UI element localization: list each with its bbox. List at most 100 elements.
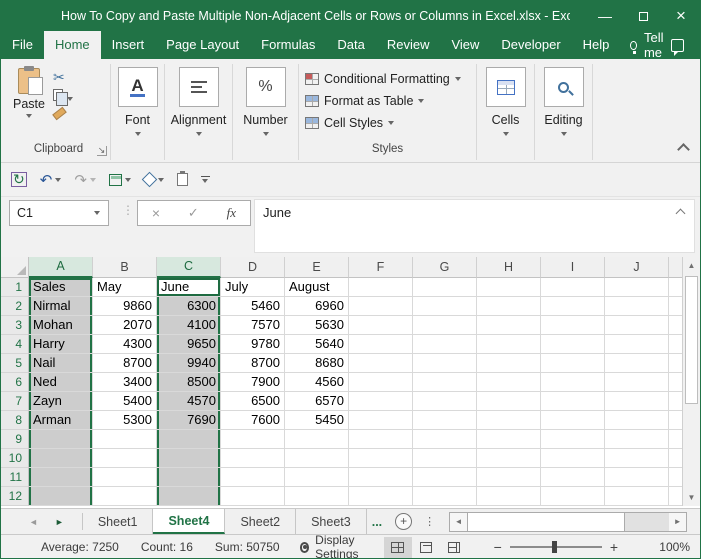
cell-E4[interactable]: 5640	[285, 335, 349, 354]
row-header-10[interactable]: 10	[1, 449, 29, 468]
cell-D6[interactable]: 7900	[221, 373, 285, 392]
cell-B10[interactable]	[93, 449, 157, 468]
cell-I11[interactable]	[541, 468, 605, 487]
cell-B11[interactable]	[93, 468, 157, 487]
column-header-C[interactable]: C	[157, 257, 221, 278]
enter-icon[interactable]: ✓	[188, 205, 199, 221]
sheet-tab-sheet1[interactable]: Sheet1	[83, 509, 154, 534]
cell-I4[interactable]	[541, 335, 605, 354]
cell-H8[interactable]	[477, 411, 541, 430]
cell-E8[interactable]: 5450	[285, 411, 349, 430]
insert-function-icon[interactable]: fx	[227, 205, 236, 221]
row-header-11[interactable]: 11	[1, 468, 29, 487]
cell-G1[interactable]	[413, 278, 477, 297]
scroll-down-icon[interactable]: ▼	[683, 489, 700, 506]
ribbon-tab-review[interactable]: Review	[376, 31, 441, 59]
redo-button[interactable]: ↷	[74, 171, 96, 189]
cell-A4[interactable]: Harry	[29, 335, 93, 354]
ribbon-tab-page-layout[interactable]: Page Layout	[155, 31, 250, 59]
number-dropdown-icon[interactable]	[263, 132, 269, 136]
column-header-B[interactable]: B	[93, 257, 157, 278]
cell-D3[interactable]: 7570	[221, 316, 285, 335]
row-header-7[interactable]: 7	[1, 392, 29, 411]
cell-E3[interactable]: 5630	[285, 316, 349, 335]
column-header-D[interactable]: D	[221, 257, 285, 278]
cell-E2[interactable]: 6960	[285, 297, 349, 316]
cell-F12[interactable]	[349, 487, 413, 506]
sheet-tab-sheet3[interactable]: Sheet3	[296, 509, 367, 534]
cell-I9[interactable]	[541, 430, 605, 449]
ribbon-tab-developer[interactable]: Developer	[490, 31, 571, 59]
paste-dropdown-icon[interactable]	[26, 114, 32, 118]
row-header-5[interactable]: 5	[1, 354, 29, 373]
cell-D7[interactable]: 6500	[221, 392, 285, 411]
save-sync-icon[interactable]: ↻	[11, 172, 27, 187]
cell-I2[interactable]	[541, 297, 605, 316]
cell-J1[interactable]	[605, 278, 669, 297]
name-box[interactable]: C1	[9, 200, 109, 226]
cell-D10[interactable]	[221, 449, 285, 468]
page-layout-view-button[interactable]	[412, 537, 440, 558]
cell-E12[interactable]	[285, 487, 349, 506]
cells-button[interactable]	[486, 67, 526, 107]
zoom-in-icon[interactable]: +	[602, 539, 626, 555]
comments-icon[interactable]	[671, 39, 684, 52]
cell-B5[interactable]: 8700	[93, 354, 157, 373]
conditional-formatting-button[interactable]: Conditional Formatting	[305, 68, 476, 90]
cell-J8[interactable]	[605, 411, 669, 430]
cell-B2[interactable]: 9860	[93, 297, 157, 316]
cell-A5[interactable]: Nail	[29, 354, 93, 373]
collapse-formula-bar-icon[interactable]	[676, 209, 686, 219]
vertical-scrollbar-thumb[interactable]	[685, 276, 698, 404]
cell-B8[interactable]: 5300	[93, 411, 157, 430]
row-header-8[interactable]: 8	[1, 411, 29, 430]
cell-J4[interactable]	[605, 335, 669, 354]
column-header-A[interactable]: A	[29, 257, 93, 278]
row-header-4[interactable]: 4	[1, 335, 29, 354]
cut-icon[interactable]: ✂	[53, 70, 73, 84]
cell-F1[interactable]	[349, 278, 413, 297]
scroll-left-icon[interactable]: ◄	[450, 513, 467, 531]
cell-A1[interactable]: Sales	[29, 278, 93, 297]
shapes-button[interactable]	[144, 174, 164, 185]
cell-G9[interactable]	[413, 430, 477, 449]
row-header-1[interactable]: 1	[1, 278, 29, 297]
name-box-dropdown-icon[interactable]	[94, 211, 100, 215]
maximize-button[interactable]	[624, 1, 662, 31]
cell-B9[interactable]	[93, 430, 157, 449]
ribbon-tab-home[interactable]: Home	[44, 31, 101, 59]
cell-D2[interactable]: 5460	[221, 297, 285, 316]
new-sheet-button[interactable]: +	[395, 513, 412, 530]
cell-G4[interactable]	[413, 335, 477, 354]
cell-G8[interactable]	[413, 411, 477, 430]
cell-E11[interactable]	[285, 468, 349, 487]
column-header-H[interactable]: H	[477, 257, 541, 278]
cell-J7[interactable]	[605, 392, 669, 411]
cell-G12[interactable]	[413, 487, 477, 506]
row-header-2[interactable]: 2	[1, 297, 29, 316]
next-sheet-icon[interactable]: ►	[55, 517, 64, 527]
cell-A7[interactable]: Zayn	[29, 392, 93, 411]
ribbon-tab-formulas[interactable]: Formulas	[250, 31, 326, 59]
format-as-table-button[interactable]: Format as Table	[305, 90, 476, 112]
cell-I8[interactable]	[541, 411, 605, 430]
cell-E5[interactable]: 8680	[285, 354, 349, 373]
cell-F7[interactable]	[349, 392, 413, 411]
cell-A9[interactable]	[29, 430, 93, 449]
zoom-out-icon[interactable]: −	[486, 539, 510, 555]
cell-B7[interactable]: 5400	[93, 392, 157, 411]
cell-J10[interactable]	[605, 449, 669, 468]
cell-H2[interactable]	[477, 297, 541, 316]
cell-B4[interactable]: 4300	[93, 335, 157, 354]
cell-A3[interactable]: Mohan	[29, 316, 93, 335]
cell-E10[interactable]	[285, 449, 349, 468]
cell-F9[interactable]	[349, 430, 413, 449]
cell-D8[interactable]: 7600	[221, 411, 285, 430]
previous-sheet-icon[interactable]: ◄	[29, 517, 38, 527]
cell-I3[interactable]	[541, 316, 605, 335]
cell-B1[interactable]: May	[93, 278, 157, 297]
customize-qat-button[interactable]	[201, 176, 210, 184]
cell-E7[interactable]: 6570	[285, 392, 349, 411]
cell-F3[interactable]	[349, 316, 413, 335]
cell-G7[interactable]	[413, 392, 477, 411]
